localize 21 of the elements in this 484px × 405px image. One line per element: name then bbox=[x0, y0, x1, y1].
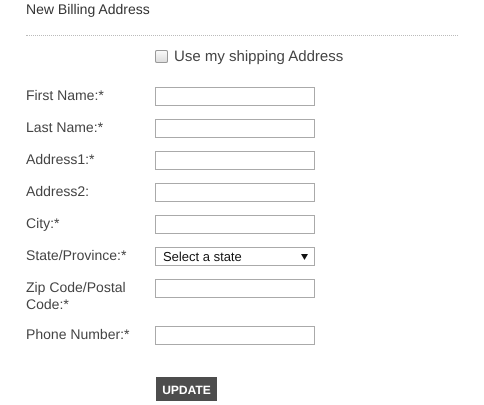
field-label: Phone Number:* bbox=[26, 326, 131, 343]
input-field[interactable] bbox=[155, 87, 315, 106]
input-field[interactable] bbox=[155, 326, 315, 345]
field-label: Address1:* bbox=[26, 151, 96, 168]
field-label: City:* bbox=[26, 215, 60, 232]
update-button[interactable]: UPDATE bbox=[156, 377, 217, 401]
caret-icon bbox=[301, 254, 308, 260]
form-title: New Billing Address bbox=[26, 0, 151, 19]
field-label: First Name:* bbox=[26, 87, 105, 104]
input-field[interactable] bbox=[155, 183, 315, 202]
field-label: Address2: bbox=[26, 183, 90, 200]
field-label: Zip Code/Postal Code:* bbox=[26, 279, 127, 313]
input-field[interactable] bbox=[155, 279, 315, 298]
field-label: State/Province:* bbox=[26, 247, 128, 264]
checkbox[interactable] bbox=[155, 50, 168, 62]
checkbox-label: Use my shipping Address bbox=[174, 48, 344, 64]
field-label: Last Name:* bbox=[26, 119, 104, 136]
input-field[interactable] bbox=[155, 215, 315, 234]
state-dropdown[interactable]: Select a state bbox=[155, 247, 315, 266]
input-field[interactable] bbox=[155, 119, 315, 138]
input-field[interactable] bbox=[155, 151, 315, 170]
